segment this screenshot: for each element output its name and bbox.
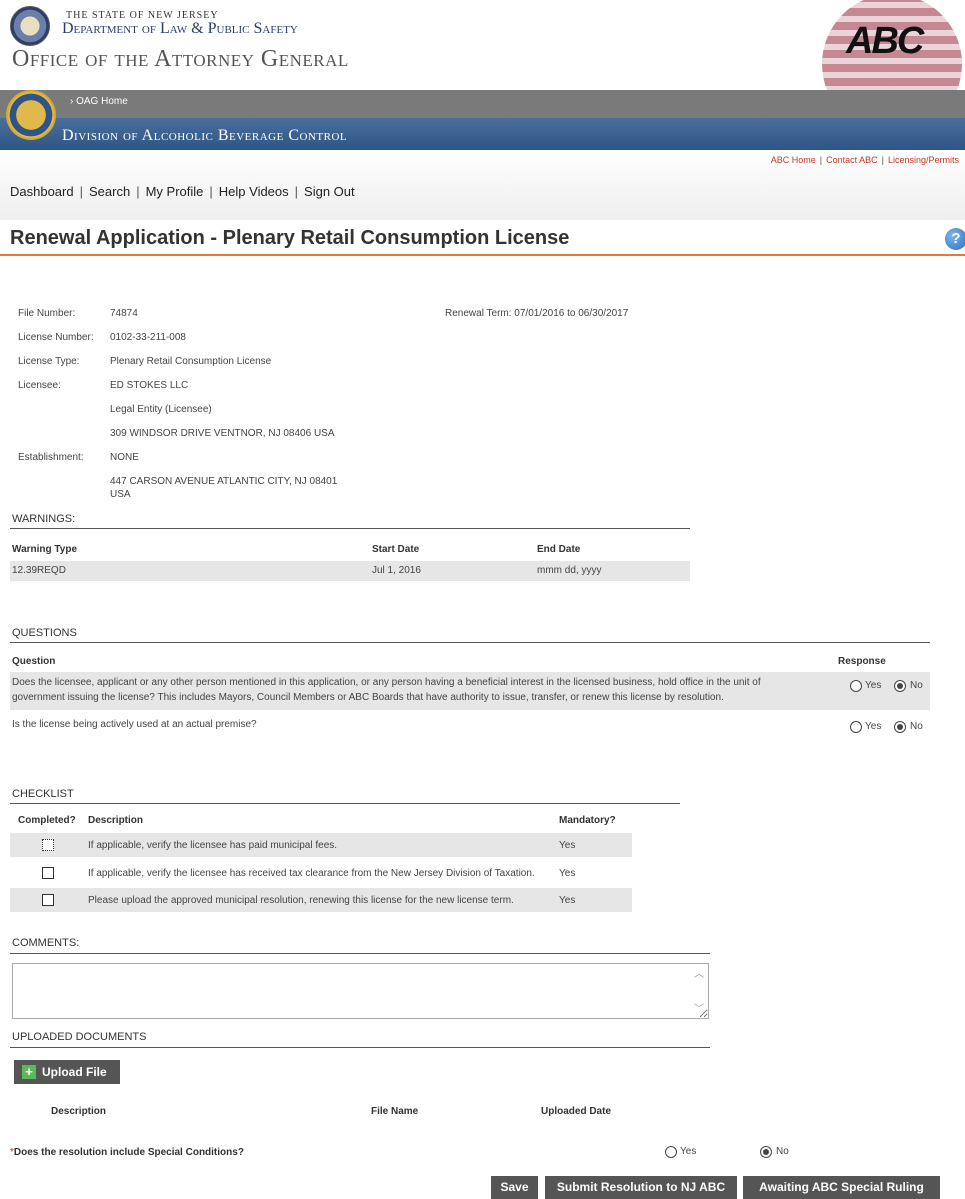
office-name: Office of the Attorney General: [12, 46, 349, 72]
nav-sign-out[interactable]: Sign Out: [304, 184, 355, 199]
licensee-address: 309 WINDSOR DRIVE VENTNOR, NJ 08406 USA: [110, 428, 335, 439]
establishment-name: NONE: [110, 452, 139, 463]
question-2-yes-radio[interactable]: [850, 721, 862, 733]
nav-dashboard[interactable]: Dashboard: [10, 184, 74, 199]
checklist-col-completed: Completed?: [18, 815, 76, 826]
uploaded-divider: [10, 1047, 710, 1048]
submit-resolution-button[interactable]: Submit Resolution to NJ ABC: [545, 1176, 737, 1199]
nav-search[interactable]: Search: [89, 184, 130, 199]
checklist-item-1-checkbox[interactable]: [42, 839, 54, 851]
comments-textarea[interactable]: [12, 963, 709, 1019]
question-1-yes-radio[interactable]: [850, 680, 862, 692]
contact-abc-link[interactable]: Contact ABC: [826, 155, 878, 165]
question-1-no-label: No: [910, 680, 923, 691]
special-yes-label: Yes: [680, 1146, 697, 1157]
upload-file-label: Upload File: [42, 1065, 107, 1079]
questions-col-question: Question: [12, 656, 56, 667]
division-seal-icon: [6, 90, 56, 140]
checklist-item-2-desc: If applicable, verify the licensee has r…: [88, 868, 535, 879]
question-2-text: Is the license being actively used at an…: [12, 719, 257, 730]
oag-bar: [0, 90, 965, 118]
warnings-col-start: Start Date: [372, 544, 420, 555]
question-1-line2: government issuing the license? This inc…: [12, 692, 724, 703]
title-divider: [0, 254, 965, 256]
special-conditions-question: *Does the resolution include Special Con…: [10, 1147, 244, 1158]
special-conditions-text: Does the resolution include Special Cond…: [13, 1147, 244, 1158]
comments-divider: [10, 953, 710, 954]
question-1-no-radio[interactable]: [894, 680, 906, 692]
special-no-radio[interactable]: [760, 1146, 772, 1158]
checklist-item-1-desc: If applicable, verify the licensee has p…: [88, 840, 338, 851]
warnings-col-end: End Date: [537, 544, 581, 555]
scroll-down-icon[interactable]: ﹀: [694, 1000, 704, 1015]
questions-heading: QUESTIONS: [12, 627, 77, 639]
main-nav: Dashboard | Search | My Profile | Help Videos |…: [10, 184, 355, 199]
checklist-divider: [10, 803, 680, 804]
nav-my-profile[interactable]: My Profile: [146, 184, 204, 199]
checklist-item-1-mandatory: Yes: [559, 840, 576, 851]
uploaded-col-uploaded-date: Uploaded Date: [541, 1106, 612, 1117]
checklist-heading: CHECKLIST: [12, 788, 74, 800]
question-2-no-radio[interactable]: [894, 721, 906, 733]
warning-end-date: mmm dd, yyyy: [537, 565, 602, 576]
license-type-value: Plenary Retail Consumption License: [110, 356, 272, 367]
licensee-entity: Legal Entity (Licensee): [110, 404, 212, 415]
checklist-item-3-checkbox[interactable]: [42, 894, 54, 906]
uploaded-heading: UPLOADED DOCUMENTS: [12, 1031, 147, 1043]
uploaded-col-description: Description: [51, 1106, 107, 1117]
establishment-address-line1: 447 CARSON AVENUE ATLANTIC CITY, NJ 0840…: [110, 476, 338, 487]
comments-heading: COMMENTS:: [12, 937, 80, 949]
abc-logo-text: ABC: [846, 20, 924, 62]
warning-start-date: Jul 1, 2016: [372, 565, 421, 576]
questions-divider: [10, 642, 930, 643]
checklist-col-description: Description: [88, 815, 144, 826]
warnings-divider: [10, 528, 690, 529]
warning-type: 12.39REQD: [12, 565, 66, 576]
upload-file-button[interactable]: + Upload File: [14, 1060, 120, 1084]
establishment-address-line2: USA: [110, 489, 131, 500]
question-2-yes-label: Yes: [865, 721, 882, 732]
question-2-no-label: No: [910, 721, 923, 732]
special-yes-radio[interactable]: [665, 1146, 677, 1158]
checklist-item-2-checkbox[interactable]: [42, 867, 54, 879]
nj-state-seal-icon: [10, 6, 50, 46]
checklist-item-3-mandatory: Yes: [559, 895, 576, 906]
renewal-term: Renewal Term: 07/01/2016 to 06/30/2017: [445, 308, 629, 319]
checklist-item-3-desc: Please upload the approved municipal res…: [88, 895, 514, 906]
license-type-label: License Type:: [18, 356, 80, 367]
file-number-value: 74874: [110, 308, 138, 319]
abc-home-link[interactable]: ABC Home: [771, 155, 816, 165]
file-number-label: File Number:: [18, 308, 76, 319]
licensee-name: ED STOKES LLC: [110, 380, 189, 391]
question-1-yes-label: Yes: [865, 680, 882, 691]
question-1-line1: Does the licensee, applicant or any othe…: [12, 677, 761, 688]
special-no-label: No: [776, 1146, 789, 1157]
nav-help-videos[interactable]: Help Videos: [219, 184, 289, 199]
right-links: ABC Home | Contact ABC | Licensing/Permits: [770, 155, 959, 165]
save-button[interactable]: Save: [491, 1176, 538, 1199]
uploaded-col-file-name: File Name: [371, 1106, 419, 1117]
awaiting-ruling-button[interactable]: Awaiting ABC Special Ruling: [743, 1176, 940, 1199]
establishment-label: Establishment:: [18, 452, 84, 463]
division-title: Division of Alcoholic Beverage Control: [62, 127, 348, 144]
oag-home-link[interactable]: › OAG Home: [70, 96, 128, 107]
licensing-permits-link[interactable]: Licensing/Permits: [888, 155, 959, 165]
license-number-label: License Number:: [18, 332, 94, 343]
checklist-item-2-mandatory: Yes: [559, 868, 576, 879]
plus-icon: +: [22, 1065, 36, 1079]
questions-col-response: Response: [838, 656, 886, 667]
licensee-label: Licensee:: [18, 380, 61, 391]
warnings-col-type: Warning Type: [12, 544, 77, 555]
license-number-value: 0102-33-211-008: [110, 332, 186, 343]
department-name: Department of Law & Public Safety: [62, 20, 298, 37]
page-title: Renewal Application - Plenary Retail Con…: [10, 227, 570, 249]
help-icon[interactable]: ?: [945, 228, 965, 250]
checklist-col-mandatory: Mandatory?: [559, 815, 616, 826]
warnings-heading: WARNINGS:: [12, 513, 76, 525]
scroll-up-icon[interactable]: ︿: [694, 965, 704, 980]
